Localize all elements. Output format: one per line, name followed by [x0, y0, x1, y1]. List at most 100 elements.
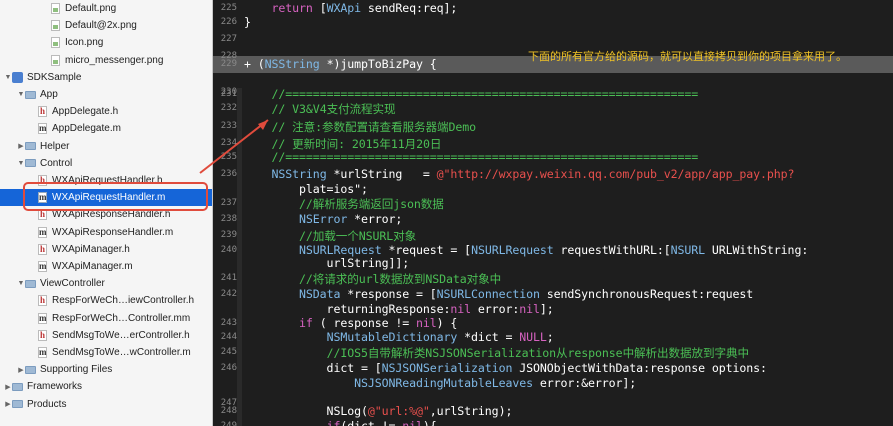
sidebar-item-label: Icon.png	[65, 37, 104, 49]
sidebar-item-label: WXApiResponseHandler.m	[52, 226, 174, 238]
sidebar-item[interactable]: ▼ ViewController	[0, 275, 212, 292]
code-line[interactable]: NSMutableDictionary *dict = NULL;	[244, 330, 554, 344]
sidebar-item[interactable]: ▼ Control	[0, 155, 212, 172]
code-line[interactable]: NSURLRequest *request = [NSURLRequest re…	[244, 243, 808, 257]
sidebar-item-label: RespForWeCh…iewController.h	[52, 295, 195, 307]
folder-icon	[25, 279, 36, 288]
sidebar-item[interactable]: Default@2x.png	[0, 17, 212, 34]
code-line[interactable]: return [WXApi sendReq:req];	[244, 1, 458, 15]
code-line[interactable]: NSData *response = [NSURLConnection send…	[244, 287, 753, 301]
source-file-icon: m	[38, 347, 47, 358]
image-file-icon	[51, 37, 60, 49]
sidebar-item-label: Products	[27, 398, 67, 410]
sidebar-item-label: Helper	[40, 140, 70, 152]
chevron-down-icon[interactable]: ▼	[4, 74, 12, 81]
code-line[interactable]: //======================================…	[244, 150, 699, 164]
image-file-icon	[51, 3, 60, 14]
folder-icon	[25, 365, 36, 374]
project-navigator: Default.png Default@2x.png Icon.png micro_m…	[0, 0, 213, 426]
code-line[interactable]: //将请求的url数据放到NSData对象中	[244, 271, 501, 287]
chevron-right-icon[interactable]: ▶	[4, 383, 12, 391]
code-line[interactable]: returningResponse:nil error:nil];	[244, 302, 554, 316]
highlight-box	[23, 182, 208, 211]
chevron-down-icon[interactable]: ▼	[17, 91, 25, 98]
sidebar-item[interactable]: Icon.png	[0, 34, 212, 51]
code-line[interactable]: NSString *urlString = @"http://wxpay.wei…	[244, 167, 795, 181]
line-number: 238	[220, 214, 237, 224]
code-line[interactable]: dict = [NSJSONSerialization JSONObjectWi…	[244, 361, 767, 375]
line-number: 236	[220, 169, 237, 179]
line-number: 226	[220, 17, 237, 27]
line-number: 242	[220, 289, 237, 299]
code-line[interactable]: //======================================…	[244, 87, 699, 101]
code-line[interactable]: // V3&V4支付流程实现	[244, 101, 396, 117]
folder-icon	[25, 142, 36, 151]
line-number: 239	[220, 230, 237, 240]
code-line[interactable]: NSLog(@"url:%@",urlString);	[244, 404, 513, 418]
chevron-right-icon[interactable]: ▶	[17, 142, 25, 150]
sidebar-item-label: AppDelegate.m	[52, 123, 121, 135]
sidebar-item[interactable]: m WXApiResponseHandler.m	[0, 224, 212, 241]
line-number: 227	[220, 34, 237, 44]
folder-icon	[12, 400, 23, 409]
line-number: 248	[220, 406, 237, 416]
code-line[interactable]: //加载一个NSURL对象	[244, 228, 416, 244]
sidebar-item[interactable]: m SendMsgToWe…wController.m	[0, 344, 212, 361]
code-line[interactable]: + (NSString *)jumpToBizPay {	[244, 57, 437, 71]
sidebar-item-label: Default.png	[65, 3, 117, 14]
line-number: 231	[220, 89, 237, 99]
code-line[interactable]: urlString]];	[244, 256, 410, 270]
sidebar-item[interactable]: ▶ Supporting Files	[0, 361, 212, 378]
line-number: 244	[220, 332, 237, 342]
line-number: 232	[220, 103, 237, 113]
header-file-icon: h	[38, 295, 47, 307]
chevron-down-icon[interactable]: ▼	[17, 160, 25, 167]
sidebar-item-label: RespForWeCh…Controller.mm	[52, 312, 191, 324]
source-file-icon: m	[38, 312, 47, 324]
header-file-icon: h	[38, 329, 47, 341]
sidebar-item-label: Frameworks	[27, 381, 83, 393]
sidebar-item[interactable]: micro_messenger.png	[0, 52, 212, 69]
sidebar-item[interactable]: ▶ Products	[0, 396, 212, 413]
code-line[interactable]: if ( response != nil) {	[244, 316, 457, 330]
chevron-right-icon[interactable]: ▶	[17, 366, 25, 374]
line-number: 229	[220, 59, 237, 69]
sidebar-item-label: WXApiManager.h	[52, 243, 130, 255]
sidebar-item-label: App	[40, 89, 58, 100]
fold-ribbon[interactable]	[237, 88, 242, 426]
chevron-right-icon[interactable]: ▶	[4, 400, 12, 408]
sidebar-item[interactable]: ▶ Helper	[0, 138, 212, 155]
sidebar-item[interactable]: h WXApiManager.h	[0, 241, 212, 258]
code-line[interactable]: // 注意:参数配置请查看服务器端Demo	[244, 119, 477, 135]
code-line[interactable]: //解析服务端返回json数据	[244, 196, 444, 212]
source-file-icon: m	[38, 261, 47, 272]
header-file-icon: h	[38, 106, 47, 118]
sidebar-item[interactable]: ▼ SDKSample	[0, 69, 212, 86]
sidebar-item-label: SDKSample	[27, 71, 82, 83]
sidebar-item[interactable]: ▶ Frameworks	[0, 378, 212, 395]
line-number: 235	[220, 152, 237, 162]
source-file-icon: m	[38, 123, 47, 135]
line-number: 225	[220, 3, 237, 13]
sidebar-item[interactable]: m RespForWeCh…Controller.mm	[0, 310, 212, 327]
code-editor[interactable]: 225 return [WXApi sendReq:req]; 226} 227 22…	[213, 0, 893, 426]
line-number: 246	[220, 363, 237, 373]
sidebar-item[interactable]: Default.png	[0, 0, 212, 17]
code-line[interactable]: plat=ios";	[244, 182, 368, 196]
sidebar-item[interactable]: h RespForWeCh…iewController.h	[0, 292, 212, 309]
sidebar-item[interactable]: ▼ App	[0, 86, 212, 103]
code-line[interactable]: }	[244, 15, 251, 29]
code-line[interactable]: //IOS5自带解析类NSJSONSerialization从response中…	[244, 345, 750, 361]
sidebar-item[interactable]: h AppDelegate.h	[0, 103, 212, 120]
source-file-icon: m	[38, 226, 47, 238]
sidebar-item[interactable]: h SendMsgToWe…erController.h	[0, 327, 212, 344]
code-line[interactable]: NSError *error;	[244, 212, 402, 226]
code-line[interactable]: if(dict != nil){	[244, 419, 437, 426]
code-line[interactable]: NSJSONReadingMutableLeaves error:&error]…	[244, 376, 636, 390]
chevron-down-icon[interactable]: ▼	[17, 280, 25, 287]
sidebar-item[interactable]: m AppDelegate.m	[0, 120, 212, 137]
sidebar-item-label: AppDelegate.h	[52, 106, 119, 118]
line-number: 237	[220, 198, 237, 208]
folder-icon	[25, 90, 36, 99]
sidebar-item[interactable]: m WXApiManager.m	[0, 258, 212, 275]
